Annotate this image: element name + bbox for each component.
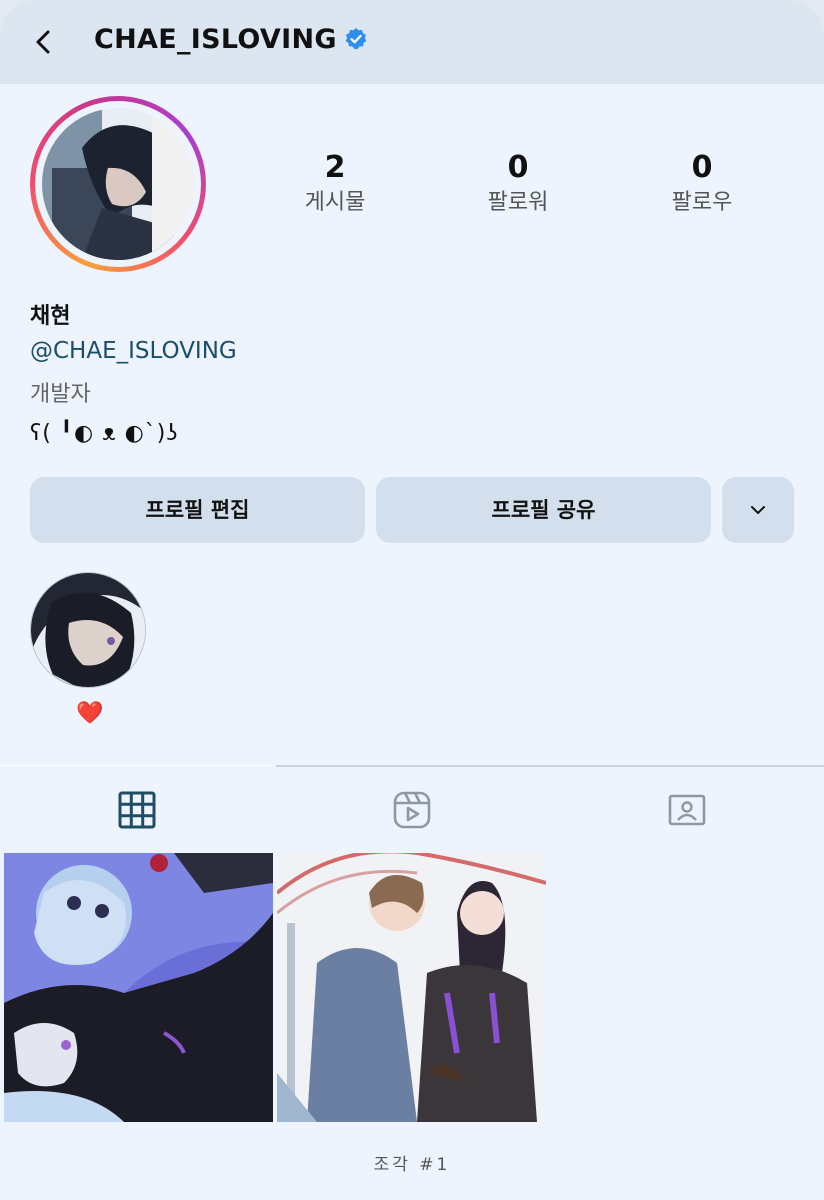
followers-label: 팔로워 [487,190,549,215]
profile-screen: CHAE_ISLOVING 2 게시물 0 팔로워 0 팔로우 채현 @CHAE… [0,0,824,1200]
chevron-down-icon [751,506,765,514]
following-count: 0 [691,150,713,185]
edit-profile-button[interactable]: 프로필 편집 [30,477,365,543]
avatar-image [42,108,194,260]
top-bar: CHAE_ISLOVING [0,0,824,84]
followers-count: 0 [507,150,529,185]
profile-avatar[interactable] [30,96,206,272]
tab-posts-grid[interactable] [0,765,274,849]
grid-icon [118,791,156,829]
verified-badge-icon [345,28,367,50]
post-thumbnail-1[interactable] [4,853,273,1122]
stat-followers[interactable]: 0 팔로워 [438,150,598,220]
bio-category: 개발자 [30,382,91,407]
post-thumbnail-2[interactable] [277,853,546,1122]
story-highlight[interactable] [30,572,146,688]
reels-icon [393,791,431,829]
post-caption: 조각 #1 [373,1155,451,1175]
bio-text: ʕ( ╹◐ ᴥ ◐`)ʖ [30,421,179,446]
page-title: CHAE_ISLOVING [94,24,337,55]
profile-handle-link[interactable]: @CHAE_ISLOVING [30,338,237,364]
highlight-title: ❤️ [76,701,104,726]
tab-tagged[interactable] [548,765,822,849]
suggestions-dropdown-button[interactable] [722,477,794,543]
posts-count: 2 [324,150,346,185]
stat-posts[interactable]: 2 게시물 [255,150,415,220]
tab-reels[interactable] [274,765,548,849]
content-tabs [0,765,824,849]
stat-following[interactable]: 0 팔로우 [622,150,782,220]
chevron-left-icon [36,30,50,54]
tagged-icon [668,794,706,826]
share-profile-button[interactable]: 프로필 공유 [376,477,711,543]
following-label: 팔로우 [671,190,733,215]
display-name: 채현 [30,304,71,329]
posts-label: 게시물 [304,190,366,215]
back-button[interactable] [26,24,62,60]
